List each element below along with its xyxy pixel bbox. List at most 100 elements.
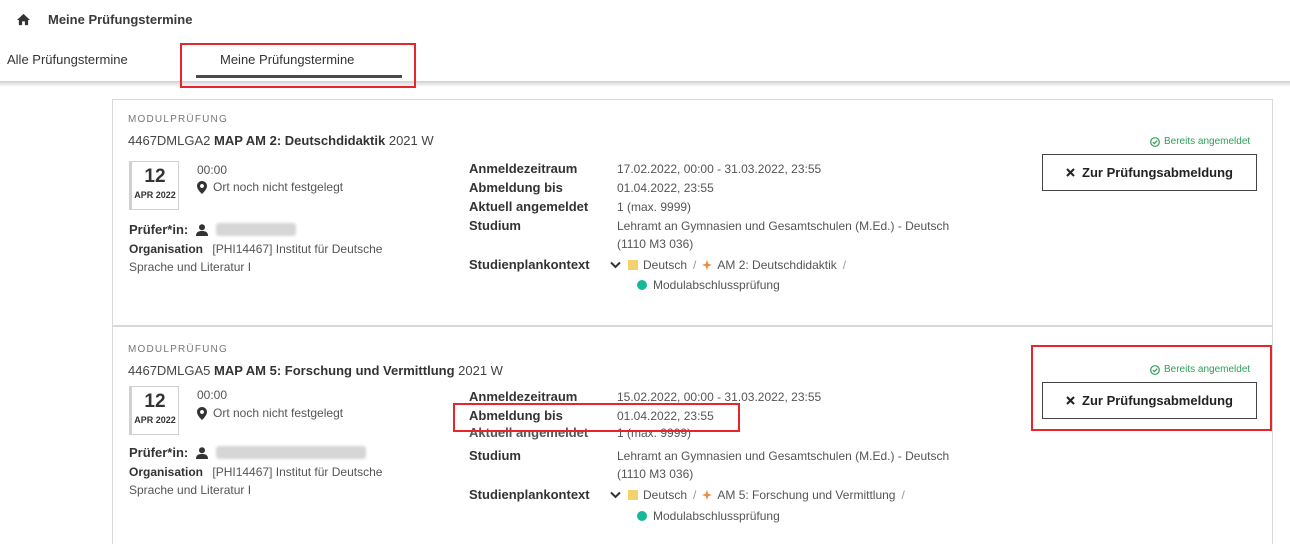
chevron-down-icon[interactable] bbox=[610, 261, 621, 269]
pruefungsabmeldung-button[interactable]: Zur Prüfungsabmeldung bbox=[1042, 154, 1257, 191]
abmeldung-bis-label: Abmeldung bis bbox=[469, 180, 563, 195]
organisation-label: Organisation bbox=[129, 465, 204, 479]
close-icon bbox=[1066, 396, 1075, 405]
studienplankontext-label: Studienplankontext bbox=[469, 257, 590, 272]
exam-kind: MODULPRÜFUNG bbox=[128, 344, 228, 355]
breadcrumb: Meine Prüfungstermine bbox=[16, 9, 192, 29]
organisation-row: Organisation [PHI14467] Institut für Deu… bbox=[129, 242, 382, 256]
diamond-icon bbox=[702, 490, 713, 500]
deutsch-square-icon bbox=[628, 490, 638, 500]
exam-code: 4467DMLGA5 bbox=[128, 363, 211, 378]
organisation-row: Organisation [PHI14467] Institut für Deu… bbox=[129, 465, 382, 479]
studienplankontext-path: Deutsch / AM 2: Deutschdidaktik / bbox=[605, 258, 852, 272]
date-box: 12 APR 2022 bbox=[129, 161, 179, 210]
pruefungsabmeldung-button-label: Zur Prüfungsabmeldung bbox=[1082, 165, 1233, 180]
anmeldezeitraum-value: 17.02.2022, 00:00 - 31.03.2022, 23:55 bbox=[617, 162, 822, 176]
studienplankontext-exam: Modulabschlussprüfung bbox=[637, 278, 780, 292]
ctx-separator: / bbox=[901, 488, 905, 502]
status-text: Bereits angemeldet bbox=[1164, 136, 1251, 147]
anmeldezeitraum-label: Anmeldezeitraum bbox=[469, 389, 578, 404]
organisation-value: [PHI14467] Institut für Deutsche bbox=[212, 465, 383, 479]
exam-card: MODULPRÜFUNG 4467DMLGA5 MAP AM 5: Forsch… bbox=[112, 326, 1273, 544]
abmeldung-bis-value: 01.04.2022, 23:55 bbox=[617, 181, 714, 195]
breadcrumb-current: Meine Prüfungstermine bbox=[48, 11, 193, 27]
date-day: 12 bbox=[144, 391, 166, 412]
studienplankontext-exam: Modulabschlussprüfung bbox=[637, 509, 780, 523]
pruefungsabmeldung-button-label: Zur Prüfungsabmeldung bbox=[1082, 393, 1233, 408]
chevron-down-icon[interactable] bbox=[610, 491, 621, 499]
ctx-separator: / bbox=[693, 258, 697, 272]
pin-icon bbox=[197, 406, 207, 420]
studium-label: Studium bbox=[469, 448, 521, 463]
ctx-module-link[interactable]: AM 2: Deutschdidaktik bbox=[717, 258, 836, 272]
exam-location: Ort noch nicht festgelegt bbox=[197, 180, 343, 194]
studium-value: Lehramt an Gymnasien und Gesamtschulen (… bbox=[617, 449, 950, 463]
exam-time: 00:00 bbox=[197, 163, 228, 177]
ctx-exam-link[interactable]: Modulabschlussprüfung bbox=[653, 278, 780, 292]
abmeldung-bis-label: Abmeldung bis bbox=[469, 408, 563, 423]
tab-bar-shadow bbox=[0, 81, 1290, 87]
studienplankontext-path: Deutsch / AM 5: Forschung und Vermittlun… bbox=[605, 488, 911, 502]
status-text: Bereits angemeldet bbox=[1164, 364, 1251, 375]
aktuell-angemeldet-value: 1 (max. 9999) bbox=[617, 426, 692, 440]
exam-card: MODULPRÜFUNG 4467DMLGA2 MAP AM 2: Deutsc… bbox=[112, 99, 1273, 326]
exam-semester: 2021 W bbox=[388, 133, 434, 148]
exam-dot-icon bbox=[637, 280, 647, 290]
date-month: APR 2022 bbox=[134, 415, 176, 425]
pruefer-name-redacted bbox=[216, 446, 367, 459]
home-icon[interactable] bbox=[16, 13, 31, 26]
studium-value-cont: (1110 M3 036) bbox=[617, 237, 694, 251]
exam-location: Ort noch nicht festgelegt bbox=[197, 406, 343, 420]
ctx-exam-link[interactable]: Modulabschlussprüfung bbox=[653, 509, 780, 523]
tab-bar: Alle Prüfungstermine Meine Prüfungstermi… bbox=[0, 40, 1290, 82]
pruefer-row: Prüfer*in: bbox=[129, 445, 367, 460]
aktuell-angemeldet-label: Aktuell angemeldet bbox=[469, 425, 589, 440]
status-badge: Bereits angemeldet bbox=[1150, 364, 1250, 375]
user-icon bbox=[196, 446, 209, 459]
ctx-separator: / bbox=[693, 488, 697, 502]
organisation-value-cont: Sprache und Literatur I bbox=[129, 483, 252, 497]
exam-title-line: 4467DMLGA2 MAP AM 2: Deutschdidaktik 202… bbox=[128, 133, 434, 148]
exam-dot-icon bbox=[637, 511, 647, 521]
pruefungsabmeldung-button[interactable]: Zur Prüfungsabmeldung bbox=[1042, 382, 1257, 419]
status-badge: Bereits angemeldet bbox=[1150, 136, 1250, 147]
pruefer-row: Prüfer*in: bbox=[129, 222, 297, 237]
ctx-deutsch-link[interactable]: Deutsch bbox=[643, 488, 687, 502]
active-tab-indicator bbox=[196, 75, 402, 78]
tab-meine-pruefungstermine[interactable]: Meine Prüfungstermine bbox=[220, 52, 354, 67]
diamond-icon bbox=[702, 260, 713, 270]
date-box: 12 APR 2022 bbox=[129, 386, 179, 435]
exam-kind: MODULPRÜFUNG bbox=[128, 114, 228, 125]
exam-code: 4467DMLGA2 bbox=[128, 133, 211, 148]
abmeldung-bis-value: 01.04.2022, 23:55 bbox=[617, 409, 714, 423]
exam-title: MAP AM 5: Forschung und Vermittlung bbox=[214, 363, 455, 378]
tab-alle-pruefungstermine[interactable]: Alle Prüfungstermine bbox=[7, 52, 128, 67]
aktuell-angemeldet-label: Aktuell angemeldet bbox=[469, 199, 589, 214]
close-icon bbox=[1066, 168, 1075, 177]
exam-location-text: Ort noch nicht festgelegt bbox=[213, 180, 344, 194]
check-circle-icon bbox=[1150, 136, 1160, 147]
exam-title-line: 4467DMLGA5 MAP AM 5: Forschung und Vermi… bbox=[128, 363, 503, 378]
pruefer-name-redacted bbox=[216, 223, 297, 236]
date-day: 12 bbox=[144, 166, 166, 187]
organisation-value: [PHI14467] Institut für Deutsche bbox=[212, 242, 383, 256]
ctx-separator: / bbox=[842, 258, 847, 272]
exam-title: MAP AM 2: Deutschdidaktik bbox=[214, 133, 386, 148]
aktuell-angemeldet-value: 1 (max. 9999) bbox=[617, 200, 692, 214]
ctx-deutsch-link[interactable]: Deutsch bbox=[643, 258, 687, 272]
check-circle-icon bbox=[1150, 364, 1160, 375]
user-icon bbox=[196, 223, 209, 236]
studium-value: Lehramt an Gymnasien und Gesamtschulen (… bbox=[617, 219, 950, 233]
studium-label: Studium bbox=[469, 218, 521, 233]
exam-location-text: Ort noch nicht festgelegt bbox=[213, 406, 344, 420]
exam-time: 00:00 bbox=[197, 388, 228, 402]
date-month: APR 2022 bbox=[134, 190, 176, 200]
pruefer-label: Prüfer*in: bbox=[129, 445, 189, 460]
studienplankontext-label: Studienplankontext bbox=[469, 487, 590, 502]
anmeldezeitraum-value: 15.02.2022, 00:00 - 31.03.2022, 23:55 bbox=[617, 390, 822, 404]
anmeldezeitraum-label: Anmeldezeitraum bbox=[469, 161, 578, 176]
pin-icon bbox=[197, 180, 207, 194]
organisation-value-cont: Sprache und Literatur I bbox=[129, 260, 252, 274]
ctx-module-link[interactable]: AM 5: Forschung und Vermittlung bbox=[717, 488, 895, 502]
organisation-label: Organisation bbox=[129, 242, 204, 256]
